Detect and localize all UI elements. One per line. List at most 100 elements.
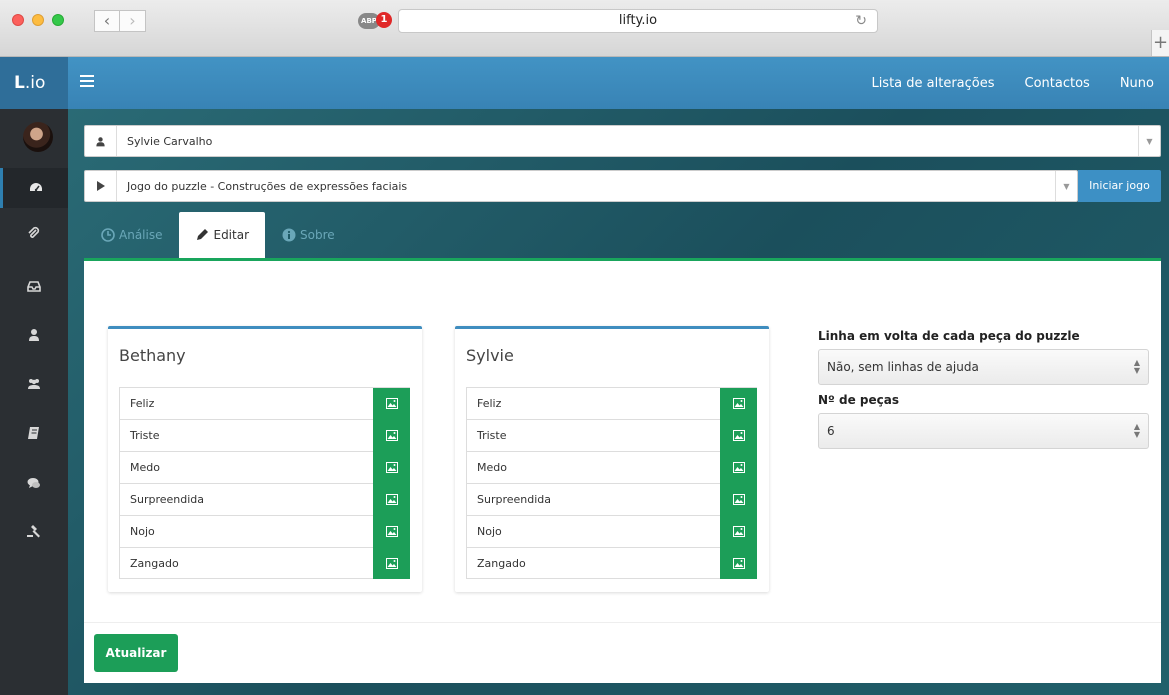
list-item: Surpreendida: [119, 483, 410, 516]
tab-analise-label: Análise: [119, 228, 163, 242]
expression-label: Triste: [130, 429, 160, 442]
book-icon[interactable]: [0, 413, 68, 453]
expression-label: Surpreendida: [130, 493, 205, 506]
panel-title: Bethany: [119, 346, 186, 365]
avatar[interactable]: [23, 122, 53, 152]
expression-label: Feliz: [477, 397, 502, 410]
image-icon: [385, 462, 398, 473]
comments-icon[interactable]: [0, 463, 68, 503]
select-arrows-icon: ▲ ▼: [1133, 358, 1140, 375]
expression-label: Nojo: [130, 525, 155, 538]
image-icon: [385, 526, 398, 537]
image-button[interactable]: [720, 419, 757, 452]
expression-label: Medo: [130, 461, 160, 474]
puzzle-settings: Linha em volta de cada peça do puzzle Nã…: [818, 329, 1149, 457]
update-button[interactable]: Atualizar: [94, 634, 178, 672]
tab-analise[interactable]: Análise: [84, 212, 179, 258]
list-item: Medo: [466, 451, 757, 484]
info-icon: [282, 228, 296, 242]
pencil-icon: [197, 229, 209, 240]
tab-bar: Análise Editar Sobre: [84, 212, 352, 258]
reload-icon[interactable]: ↻: [855, 10, 867, 32]
pieces-select[interactable]: 6 ▲ ▼: [818, 413, 1149, 449]
zoom-window-button[interactable]: [52, 14, 64, 26]
user-icon: [85, 126, 117, 156]
expression-label: Medo: [477, 461, 507, 474]
game-select[interactable]: Jogo do puzzle - Construções de expressõ…: [84, 170, 1078, 202]
list-item: Feliz: [119, 387, 410, 420]
edit-content: Bethany Feliz Triste Medo Surpreendida N…: [84, 261, 1161, 683]
outline-select-value: Não, sem linhas de ajuda: [827, 360, 979, 374]
url-text: lifty.io: [618, 13, 658, 28]
outline-select[interactable]: Não, sem linhas de ajuda ▲ ▼: [818, 349, 1149, 385]
brand-logo[interactable]: L.io: [0, 57, 68, 109]
list-item: Triste: [466, 419, 757, 452]
list-item: Triste: [119, 419, 410, 452]
image-button[interactable]: [373, 387, 410, 420]
brand-logo-suffix: .io: [24, 73, 46, 93]
paperclip-icon[interactable]: [0, 214, 68, 254]
image-icon: [385, 557, 398, 569]
image-button[interactable]: [373, 547, 410, 579]
history-buttons: ‹ ›: [94, 10, 146, 32]
nav-changelog-link[interactable]: Lista de alterações: [856, 76, 1009, 91]
expression-label: Surpreendida: [477, 493, 552, 506]
chevron-down-icon[interactable]: ▼: [1138, 126, 1160, 156]
game-select-value: Jogo do puzzle - Construções de expressõ…: [127, 179, 408, 193]
footer-divider: [84, 622, 1161, 623]
close-window-button[interactable]: [12, 14, 24, 26]
user-select[interactable]: Sylvie Carvalho ▼: [84, 125, 1161, 157]
image-button[interactable]: [720, 387, 757, 420]
adblock-count-badge: 1: [376, 12, 392, 28]
expression-label: Zangado: [130, 556, 179, 570]
outline-label: Linha em volta de cada peça do puzzle: [818, 329, 1080, 343]
image-button[interactable]: [720, 451, 757, 484]
image-icon: [732, 494, 745, 505]
image-button[interactable]: [373, 483, 410, 516]
tab-sobre[interactable]: Sobre: [265, 212, 352, 258]
start-game-button[interactable]: Iniciar jogo: [1078, 170, 1161, 202]
image-button[interactable]: [720, 483, 757, 516]
expression-label: Triste: [477, 429, 507, 442]
sidebar: [0, 109, 68, 695]
window-controls: [12, 14, 64, 26]
play-icon: [85, 171, 117, 201]
minimize-window-button[interactable]: [32, 14, 44, 26]
forward-button[interactable]: ›: [120, 10, 146, 32]
nav-user-link[interactable]: Nuno: [1105, 76, 1169, 91]
image-button[interactable]: [373, 419, 410, 452]
app-header: L.io Lista de alterações Contactos Nuno: [0, 57, 1169, 109]
panel-title: Sylvie: [466, 346, 514, 365]
list-item: Feliz: [466, 387, 757, 420]
gavel-icon[interactable]: [0, 511, 68, 551]
image-icon: [732, 557, 745, 569]
list-item: Nojo: [119, 515, 410, 548]
back-button[interactable]: ‹: [94, 10, 120, 32]
image-button[interactable]: [373, 451, 410, 484]
inbox-icon[interactable]: [0, 266, 68, 306]
users-icon[interactable]: [0, 364, 68, 404]
image-icon: [385, 398, 398, 409]
brand-logo-bold: L: [14, 73, 25, 93]
hamburger-icon[interactable]: [80, 71, 94, 92]
list-item: Zangado: [466, 547, 757, 579]
user-icon[interactable]: [0, 315, 68, 355]
clock-icon: [101, 228, 115, 242]
image-icon: [732, 430, 745, 441]
expression-label: Feliz: [130, 397, 155, 410]
expression-list: Feliz Triste Medo Surpreendida Nojo Zang…: [108, 387, 422, 579]
pieces-select-value: 6: [827, 424, 835, 438]
image-icon: [385, 494, 398, 505]
image-button[interactable]: [720, 547, 757, 579]
nav-contacts-link[interactable]: Contactos: [1010, 76, 1105, 91]
tab-editar[interactable]: Editar: [179, 212, 266, 258]
dashboard-icon[interactable]: [0, 168, 68, 208]
browser-chrome: ‹ › ABP 1 lifty.io ↻ +: [0, 0, 1169, 57]
new-tab-button[interactable]: +: [1151, 30, 1169, 56]
chevron-down-icon[interactable]: ▼: [1055, 171, 1077, 201]
list-item: Zangado: [119, 547, 410, 579]
adblock-extension-icon[interactable]: ABP 1: [358, 11, 392, 31]
address-bar[interactable]: lifty.io ↻: [398, 9, 878, 33]
image-button[interactable]: [373, 515, 410, 548]
image-button[interactable]: [720, 515, 757, 548]
